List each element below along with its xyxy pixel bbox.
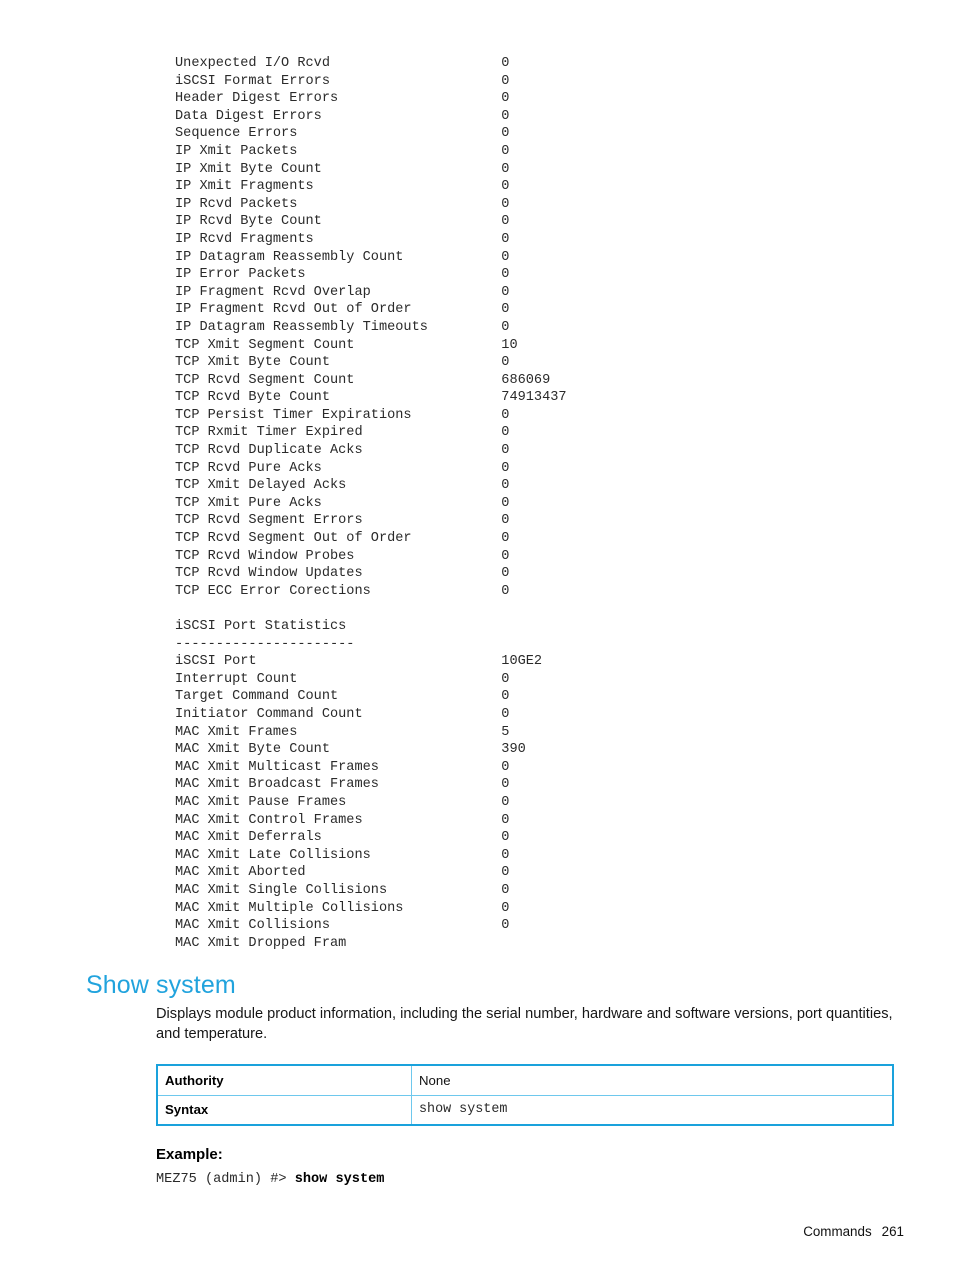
console-stat-line: TCP Xmit Pure Acks 0 bbox=[175, 495, 510, 511]
console-stat-line: MAC Xmit Aborted 0 bbox=[175, 865, 510, 881]
footer-chapter-label: Commands bbox=[803, 1224, 872, 1239]
command-info-table: Authority None Syntax show system bbox=[156, 1064, 894, 1126]
example-label: Example: bbox=[156, 1146, 223, 1163]
console-stat-line: ---------------------- bbox=[175, 636, 355, 652]
table-row-value: show system bbox=[411, 1094, 894, 1126]
console-stat-line: Sequence Errors 0 bbox=[175, 126, 510, 142]
console-stat-line: Unexpected I/O Rcvd 0 bbox=[175, 56, 510, 71]
console-stat-line: IP Rcvd Byte Count 0 bbox=[175, 214, 510, 230]
console-stat-line: MAC Xmit Control Frames 0 bbox=[175, 812, 510, 828]
table-row-value: None bbox=[411, 1064, 894, 1096]
console-stat-line: TCP Xmit Byte Count 0 bbox=[175, 355, 510, 371]
console-stat-line: MAC Xmit Pause Frames 0 bbox=[175, 794, 510, 810]
console-stat-line: iSCSI Format Errors 0 bbox=[175, 73, 510, 89]
console-stat-line: TCP Rcvd Window Updates 0 bbox=[175, 566, 510, 582]
console-stat-line: TCP Rcvd Pure Acks 0 bbox=[175, 460, 510, 476]
console-stat-line: TCP Rcvd Duplicate Acks 0 bbox=[175, 443, 510, 459]
console-stat-line: IP Xmit Byte Count 0 bbox=[175, 161, 510, 177]
console-stat-line: iSCSI Port Statistics bbox=[175, 619, 347, 634]
table-row-label: Syntax bbox=[156, 1094, 412, 1126]
console-stat-line: MAC Xmit Dropped Fram bbox=[175, 935, 347, 951]
console-stat-line: TCP Rxmit Timer Expired 0 bbox=[175, 425, 510, 441]
console-stat-line: MAC Xmit Multiple Collisions 0 bbox=[175, 900, 510, 916]
console-stat-line: TCP ECC Error Corections 0 bbox=[175, 583, 510, 599]
section-description: Displays module product information, inc… bbox=[156, 1006, 893, 1042]
console-stat-line: TCP Rcvd Segment Count 686069 bbox=[175, 372, 551, 388]
page-title: Show system bbox=[86, 971, 236, 999]
command-info-table-body: Authority None Syntax show system bbox=[156, 1064, 894, 1126]
console-stat-line: IP Fragment Rcvd Overlap 0 bbox=[175, 284, 510, 300]
table-row-label: Authority bbox=[156, 1064, 412, 1096]
console-stat-line: TCP Rcvd Window Probes 0 bbox=[175, 548, 510, 564]
example-command-text: show system bbox=[294, 1172, 385, 1187]
console-stat-line: TCP Rcvd Segment Out of Order 0 bbox=[175, 531, 510, 547]
console-stat-line: IP Xmit Fragments 0 bbox=[175, 179, 510, 195]
table-row: Authority None bbox=[156, 1064, 894, 1096]
console-stat-line: Initiator Command Count 0 bbox=[175, 706, 510, 722]
console-stat-line: IP Rcvd Packets 0 bbox=[175, 196, 510, 212]
console-stat-line: IP Fragment Rcvd Out of Order 0 bbox=[175, 302, 510, 318]
console-stat-line: MAC Xmit Single Collisions 0 bbox=[175, 882, 510, 898]
table-row: Syntax show system bbox=[156, 1094, 894, 1126]
page-footer: Commands 261 bbox=[0, 1224, 904, 1239]
console-stat-line: MAC Xmit Broadcast Frames 0 bbox=[175, 777, 510, 793]
console-stat-line: Target Command Count 0 bbox=[175, 689, 510, 705]
console-stat-line: TCP Xmit Delayed Acks 0 bbox=[175, 478, 510, 494]
console-stat-line: TCP Persist Timer Expirations 0 bbox=[175, 407, 510, 423]
example-command-line: MEZ75 (admin) #> show system bbox=[156, 1172, 384, 1187]
footer-page-number: 261 bbox=[881, 1224, 904, 1239]
console-stat-line: MAC Xmit Deferrals 0 bbox=[175, 830, 510, 846]
example-prompt: MEZ75 (admin) #> bbox=[156, 1172, 295, 1187]
console-stat-line: TCP Rcvd Byte Count 74913437 bbox=[175, 390, 567, 406]
console-stat-line: MAC Xmit Frames 5 bbox=[175, 724, 510, 740]
console-stat-line: iSCSI Port 10GE2 bbox=[175, 654, 543, 670]
console-output-block: Unexpected I/O Rcvd 0 iSCSI Format Errors… bbox=[175, 55, 875, 952]
console-stat-line: TCP Xmit Segment Count 10 bbox=[175, 337, 518, 353]
console-stat-line: Header Digest Errors 0 bbox=[175, 91, 510, 107]
console-stat-line: MAC Xmit Multicast Frames 0 bbox=[175, 759, 510, 775]
console-stat-line: MAC Xmit Late Collisions 0 bbox=[175, 847, 510, 863]
console-stat-line: IP Datagram Reassembly Timeouts 0 bbox=[175, 319, 510, 335]
console-stat-line: IP Datagram Reassembly Count 0 bbox=[175, 249, 510, 265]
console-stat-line: TCP Rcvd Segment Errors 0 bbox=[175, 513, 510, 529]
console-stat-line: Data Digest Errors 0 bbox=[175, 108, 510, 124]
console-stat-line: MAC Xmit Collisions 0 bbox=[175, 918, 510, 934]
console-stat-line: IP Error Packets 0 bbox=[175, 267, 510, 283]
console-stat-line: Interrupt Count 0 bbox=[175, 671, 510, 687]
console-stat-line: IP Rcvd Fragments 0 bbox=[175, 231, 510, 247]
console-stat-line: MAC Xmit Byte Count 390 bbox=[175, 742, 526, 758]
console-stat-line: IP Xmit Packets 0 bbox=[175, 143, 510, 159]
